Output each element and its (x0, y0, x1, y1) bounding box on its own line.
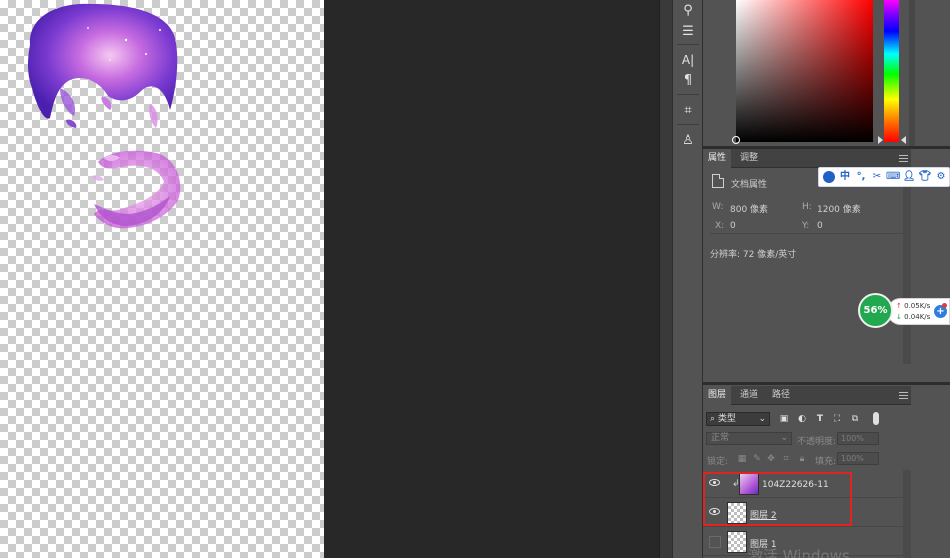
windows-activation-watermark: 激活 Windows (748, 547, 850, 558)
shape-filter-icon[interactable]: ⛶ (831, 413, 843, 425)
notification-dot (942, 303, 947, 308)
ime-toolbar: 中 °, ✂ ⌨ 👤︎ 👕︎ ⚙ (818, 167, 950, 187)
layer-filter-label: 类型 (717, 414, 736, 424)
height-label: H: (802, 202, 812, 212)
paragraph-icon[interactable]: ¶ (677, 70, 699, 90)
ime-mode-chinese[interactable]: 中 (838, 170, 852, 184)
lock-all-icon[interactable]: 🔒︎ (797, 454, 807, 464)
color-picker-field[interactable] (736, 0, 873, 142)
brush-settings-icon[interactable]: ⚲ (677, 0, 699, 20)
lock-image-icon[interactable]: ✎ (752, 454, 762, 464)
layer-filter-select[interactable]: ⌕ 类型 ⌄ (706, 412, 770, 426)
user-icon[interactable]: 👤︎ (902, 170, 916, 184)
gear-icon[interactable]: ⚙ (934, 170, 948, 184)
panel-tool-strip: ⚲ ☰ A| ¶ ⌗ ♙ (672, 0, 703, 558)
layer-thumbnail (727, 502, 747, 524)
upload-value: 0.05K/s (904, 302, 931, 310)
pixel-filter-icon[interactable]: ▣ (778, 413, 790, 425)
download-value: 0.04K/s (904, 313, 931, 321)
layer-row[interactable]: 图层 2 (703, 499, 911, 527)
crop-icon[interactable]: ⌗ (677, 100, 699, 120)
type-filter-icon[interactable]: T (814, 413, 826, 425)
tab-adjustments[interactable]: 调整 (735, 149, 763, 168)
layers-scrollbar[interactable] (903, 470, 911, 558)
layers-panel-menu-icon[interactable] (899, 392, 908, 399)
layer-row[interactable]: ↲ 104Z22626-11 (703, 470, 911, 498)
ime-punctuation[interactable]: °, (854, 170, 868, 184)
lock-transparency-icon[interactable]: ▦ (737, 454, 747, 464)
pasteboard (324, 0, 659, 558)
x-value[interactable]: 0 (730, 221, 736, 231)
character-icon[interactable]: A| (677, 50, 699, 70)
tab-properties[interactable]: 属性 (703, 149, 732, 168)
layer-thumbnail (739, 473, 759, 495)
eye-icon[interactable] (709, 479, 720, 486)
tab-channels[interactable]: 通道 (735, 386, 763, 405)
document-canvas[interactable] (0, 0, 324, 558)
layer-thumbnail (727, 531, 747, 553)
shirt-icon[interactable]: 👕︎ (918, 170, 932, 184)
opacity-value: 100% (841, 434, 864, 443)
x-label: X: (715, 221, 725, 231)
upload-speed: ↑ 0.05K/s (896, 302, 930, 310)
adjustment-filter-icon[interactable]: ◐ (796, 413, 808, 425)
tab-paths[interactable]: 路径 (767, 386, 795, 405)
layer-name[interactable]: 图层 2 (750, 508, 777, 521)
y-value[interactable]: 0 (817, 221, 823, 231)
lock-label: 锁定: (707, 457, 729, 467)
cpu-usage-circle[interactable]: 56% (858, 293, 893, 328)
height-value[interactable]: 1200 像素 (817, 202, 861, 215)
smart-object-filter-icon[interactable]: ⧉ (849, 413, 861, 425)
width-value[interactable]: 800 像素 (730, 202, 768, 215)
properties-panel-menu-icon[interactable] (899, 155, 908, 162)
color-picker-marker[interactable] (732, 136, 740, 144)
color-panel-scrollbar[interactable] (909, 0, 915, 146)
layers-tabbar: 图层 通道 路径 (703, 386, 911, 405)
chevron-down-icon: ⌄ (758, 414, 766, 424)
right-panels: 属性 调整 文档属性 W: 800 像素 H: 1200 像素 X: 0 Y: … (703, 0, 950, 558)
filter-toggle[interactable] (873, 412, 879, 425)
fill-input[interactable]: 100% (837, 452, 879, 465)
lock-artboard-icon[interactable]: ⌗ (781, 454, 791, 464)
ime-logo-icon[interactable] (822, 170, 836, 184)
hue-slider[interactable] (884, 0, 899, 142)
properties-scrollbar[interactable] (903, 168, 911, 364)
keyboard-icon[interactable]: ⌨ (886, 170, 900, 184)
hue-slider-arrow-right[interactable] (901, 136, 906, 144)
blend-mode-value: 正常 (711, 433, 730, 443)
resolution-text: 分辨率: 72 像素/英寸 (710, 250, 797, 260)
canvas-scrollbar[interactable] (659, 0, 672, 558)
fill-label: 填充: (815, 457, 837, 467)
layer-name[interactable]: 104Z22626-11 (762, 480, 829, 490)
sliders-icon[interactable]: ☰ (677, 21, 699, 41)
properties-tabbar: 属性 调整 (703, 149, 911, 168)
galaxy-portrait-artwork (28, 3, 181, 229)
scissors-icon[interactable]: ✂ (870, 170, 884, 184)
lock-position-icon[interactable]: ✥ (766, 454, 776, 464)
properties-separator (710, 233, 908, 234)
properties-section-title: 文档属性 (731, 180, 768, 190)
opacity-input[interactable]: 100% (837, 432, 879, 445)
visibility-toggle[interactable] (709, 536, 721, 548)
panel-divider (703, 382, 950, 385)
chevron-down-icon: ⌄ (780, 433, 788, 443)
width-label: W: (712, 202, 724, 212)
eye-icon[interactable] (709, 508, 720, 515)
y-label: Y: (802, 221, 810, 231)
download-speed: ↓ 0.04K/s (896, 313, 930, 321)
tab-layers[interactable]: 图层 (703, 386, 732, 405)
hue-slider-arrow-left[interactable] (878, 136, 883, 144)
upload-arrow-icon: ↑ (896, 302, 902, 310)
download-arrow-icon: ↓ (896, 313, 902, 321)
blend-mode-select[interactable]: 正常 ⌄ (706, 432, 792, 445)
fill-value: 100% (841, 454, 864, 463)
clone-source-icon[interactable]: ♙ (677, 130, 699, 150)
document-icon (712, 174, 724, 188)
opacity-label: 不透明度: (797, 437, 837, 447)
